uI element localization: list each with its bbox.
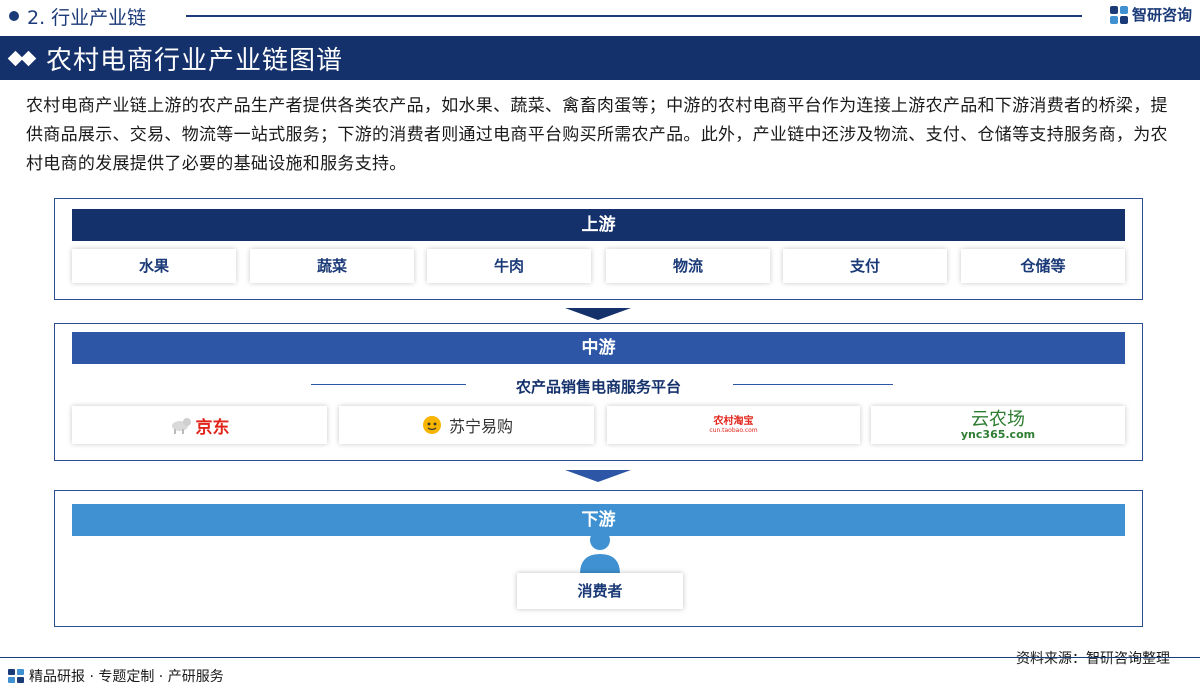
- downstream-section: 下游 消费者: [54, 490, 1143, 627]
- footer-tagline: 精品研报 · 专题定制 · 产研服务: [8, 666, 224, 685]
- brand-jd-name: 京东: [195, 417, 230, 438]
- brand-suning: 苏宁易购: [339, 406, 594, 444]
- source-note: 资料来源：智研咨询整理: [1016, 651, 1170, 667]
- down-arrow-icon: [565, 308, 631, 320]
- upstream-item: 仓储等: [961, 249, 1125, 283]
- platform-rule-right: [733, 384, 893, 385]
- header-divider: [186, 15, 1082, 17]
- upstream-item: 蔬菜: [250, 249, 414, 283]
- upstream-item: 牛肉: [427, 249, 591, 283]
- consumer-label: 消费者: [517, 573, 683, 609]
- down-arrow-icon: [565, 470, 631, 482]
- platform-title: 农产品销售电商服务平台: [515, 378, 681, 396]
- title-banner: 农村电商行业产业链图谱: [0, 36, 1200, 80]
- brand-yunnongchang-url: ync365.com: [960, 427, 1036, 441]
- diamond-icon: [7, 50, 37, 66]
- logo-icon: [1109, 5, 1128, 24]
- midstream-title: 中游: [72, 332, 1125, 364]
- upstream-item: 水果: [72, 249, 236, 283]
- brand-yunnongchang: 云农场 ync365.com: [871, 406, 1125, 444]
- upstream-section: 上游 水果 蔬菜 牛肉 物流 支付 仓储等: [54, 198, 1143, 300]
- brand-jd: 京东: [72, 406, 327, 444]
- footer-logo-icon: [8, 669, 24, 683]
- brand-cuntao-name: 农村淘宝: [713, 415, 754, 427]
- section-label: 2. 行业产业链: [27, 7, 147, 29]
- bullet-dot: [9, 11, 19, 21]
- intro-paragraph: 农村电商产业链上游的农产品生产者提供各类农产品，如水果、蔬菜、禽畜肉蛋等；中游的…: [26, 96, 1168, 174]
- brand-cuntao: 农村淘宝 cun.taobao.com: [607, 406, 860, 444]
- logo-text: 智研咨询: [1131, 6, 1192, 24]
- midstream-section: 中游 农产品销售电商服务平台 京东 苏宁易购 农村淘宝 cun.taobao.c…: [54, 323, 1143, 461]
- brand-yunnongchang-name: 云农场: [971, 408, 1025, 430]
- jd-dog-icon: [171, 418, 191, 434]
- brand-suning-name: 苏宁易购: [448, 417, 513, 436]
- footer-divider: [0, 657, 1200, 658]
- upstream-item: 物流: [606, 249, 770, 283]
- suning-lion-icon: [422, 416, 441, 434]
- brand-cuntao-url: cun.taobao.com: [709, 426, 758, 434]
- upstream-item: 支付: [783, 249, 947, 283]
- footer-tagline-text: 精品研报 · 专题定制 · 产研服务: [29, 669, 224, 685]
- top-bar: 2. 行业产业链 智研咨询: [0, 0, 1200, 32]
- page-title: 农村电商行业产业链图谱: [46, 45, 344, 76]
- consumer-icon: [578, 528, 622, 574]
- upstream-title: 上游: [72, 209, 1125, 241]
- brand-logo: 智研咨询: [1109, 4, 1192, 25]
